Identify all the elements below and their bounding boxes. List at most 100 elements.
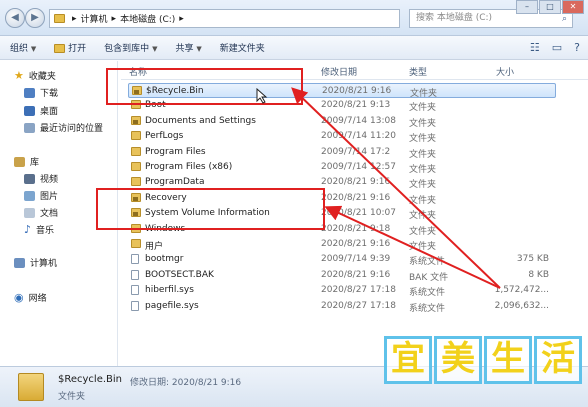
file-type: BAK 文件 [409,272,449,283]
file-icon [131,269,139,280]
file-row[interactable]: 用户 2020/8/21 9:16 文件夹 [128,237,556,252]
preview-pane-icon[interactable]: ▭ [552,41,562,54]
file-type: 文件夹 [409,149,437,160]
file-name: BOOTSECT.BAK [145,269,214,280]
file-size: 1,572,472... [494,285,549,296]
file-type: 文件夹 [409,103,437,114]
file-size: 8 KB [528,269,549,280]
column-type[interactable]: 类型 [409,65,427,78]
nav-music[interactable]: ♪ 音乐 [24,223,54,236]
file-type: 文件夹 [409,195,437,206]
breadcrumb-local-disk[interactable]: 本地磁盘 (C:) [120,12,175,25]
file-icon [131,300,139,311]
folder-icon [131,146,141,156]
maximize-button[interactable]: □ [539,0,561,14]
file-row[interactable]: bootmgr 2009/7/14 9:39 系统文件 375 KB [128,252,556,267]
share-menu[interactable]: 共享 ▼ [175,41,201,54]
file-type: 文件夹 [409,226,437,237]
file-type: 文件夹 [409,134,437,145]
command-toolbar: 组织 ▼ 打开 包含到库中 ▼ 共享 ▼ 新建文件夹 ☷ ▭ ? [0,36,588,60]
file-date: 2020/8/21 9:18 [321,223,391,234]
file-row[interactable]: hiberfil.sys 2020/8/27 17:18 系统文件 1,572,472… [128,283,556,298]
folder-icon [131,177,141,187]
nav-downloads[interactable]: 下载 [24,86,58,99]
file-date: 2009/7/14 12:57 [321,162,396,172]
column-size[interactable]: 大小 [496,65,514,78]
file-row[interactable]: pagefile.sys 2020/8/27 17:18 系统文件 2,096,632… [128,299,556,314]
back-arrow-icon[interactable]: ◀ [5,8,25,28]
nav-computer[interactable]: 计算机 [14,256,57,269]
file-row[interactable]: PerfLogs 2009/7/14 11:20 文件夹 [128,129,556,144]
nav-network[interactable]: ◉ 网络 [14,291,47,304]
file-name: hiberfil.sys [145,285,194,296]
file-name: bootmgr [145,254,184,265]
open-button[interactable]: 打开 [54,41,86,54]
file-type: 系统文件 [409,288,446,299]
forward-arrow-icon[interactable]: ▶ [25,8,45,28]
star-icon: ★ [14,69,24,82]
include-in-library-menu[interactable]: 包含到库中 ▼ [104,41,157,54]
search-placeholder: 搜索 本地磁盘 (C:) [416,13,493,23]
file-name: pagefile.sys [145,300,199,311]
file-name: Program Files [145,146,206,157]
breadcrumb-computer[interactable]: 计算机 [81,12,108,25]
file-date: 2020/8/21 9:16 [321,239,391,249]
file-size: 375 KB [516,254,549,265]
file-row[interactable]: Documents and Settings 2009/7/14 13:08 文件夹 [128,114,556,129]
file-row[interactable]: Program Files 2009/7/14 17:2 文件夹 [128,145,556,160]
column-date[interactable]: 修改日期 [321,65,357,78]
downloads-icon [24,87,35,98]
new-folder-button[interactable]: 新建文件夹 [220,41,265,54]
nav-pictures[interactable]: 图片 [24,189,58,202]
file-date: 2009/7/14 11:20 [321,131,396,142]
computer-icon [14,257,25,268]
file-type: 文件夹 [409,180,437,191]
nav-recent-places[interactable]: 最近访问的位置 [24,121,103,134]
window-controls: – □ ✕ [516,0,584,14]
file-name: Documents and Settings [145,115,256,126]
file-icon [131,285,139,296]
help-icon[interactable]: ? [574,41,580,54]
address-box[interactable]: ▸ 计算机 ▸ 本地磁盘 (C:) ▸ [49,9,400,28]
address-bar-area: ◀ ▶ ▸ 计算机 ▸ 本地磁盘 (C:) ▸ 搜索 本地磁盘 (C:) ⌕ –… [0,0,588,36]
view-controls: ☷ ▭ ? [530,41,580,54]
watermark-char-4: 活 [534,336,582,384]
watermark-char-1: 宜 [384,336,432,384]
minimize-button[interactable]: – [516,0,538,14]
file-type: 文件夹 [409,165,437,175]
file-row[interactable]: Program Files (x86) 2009/7/14 12:57 文件夹 [128,160,556,175]
file-date: 2020/8/21 9:16 [321,269,391,280]
status-item-name: $Recycle.Bin [58,374,123,385]
status-type: 文件夹 [58,392,86,402]
file-date: 2020/8/21 9:16 [322,86,392,96]
nav-documents[interactable]: 文档 [24,206,58,219]
highlight-hidden-folders [96,188,325,230]
folder-icon [131,239,141,248]
nav-favorites[interactable]: ★ 收藏夹 [14,69,56,82]
file-date: 2020/8/27 17:18 [321,300,396,311]
recent-places-icon [24,122,35,133]
file-type: 文件夹 [409,211,437,222]
file-date: 2020/8/21 10:07 [321,208,396,219]
nav-libraries[interactable]: 库 [14,155,39,168]
documents-icon [24,207,35,218]
file-date: 2020/8/21 9:16 [321,192,391,203]
highlight-recycle-bin [106,68,303,105]
file-name: 用户 [145,242,164,252]
organize-menu[interactable]: 组织 ▼ [10,41,36,54]
file-size: 2,096,632... [494,300,549,311]
close-button[interactable]: ✕ [562,0,584,14]
watermark-logo: 宜 美 生 活 [384,336,582,384]
nav-desktop[interactable]: 桌面 [24,104,58,117]
file-row[interactable]: BOOTSECT.BAK 2020/8/21 9:16 BAK 文件 8 KB [128,268,556,283]
file-type: 系统文件 [409,303,446,314]
file-date: 2020/8/21 9:13 [321,100,391,111]
watermark-char-2: 美 [434,336,482,384]
nav-videos[interactable]: 视频 [24,172,58,185]
file-type: 文件夹 [409,118,437,129]
network-icon: ◉ [14,291,24,304]
view-options-icon[interactable]: ☷ [530,41,540,54]
file-type: 文件夹 [410,89,438,99]
file-date: 2009/7/14 9:39 [321,254,391,265]
computer-folder-icon [54,14,65,23]
